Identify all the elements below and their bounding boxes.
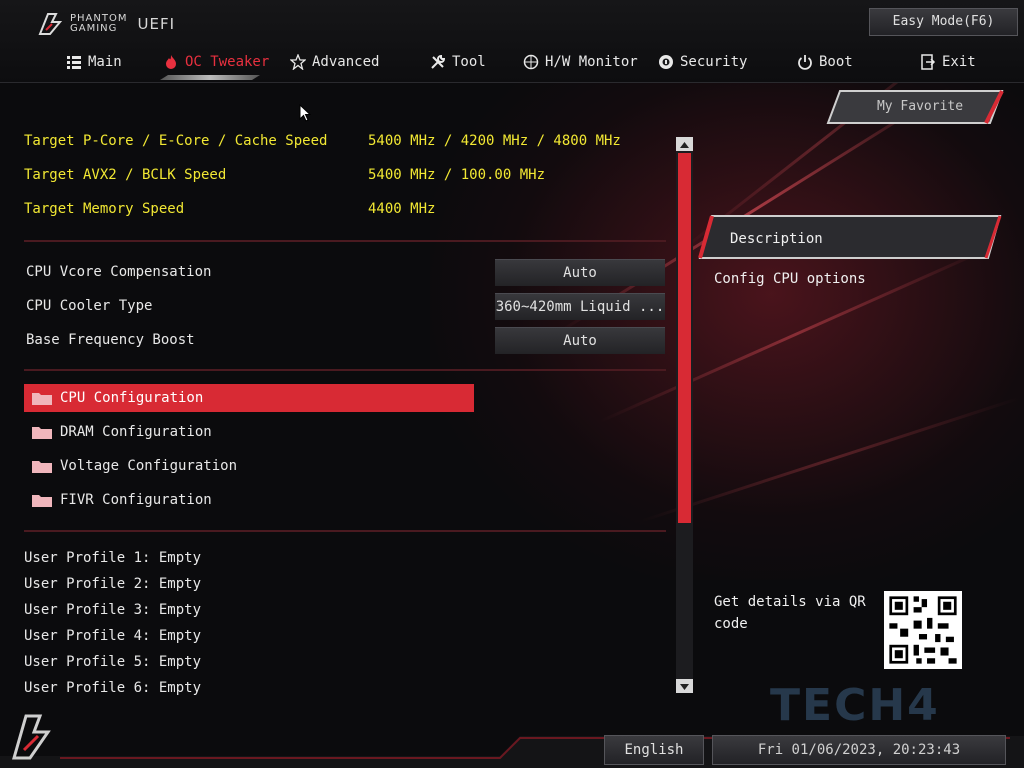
language-button[interactable]: English: [604, 735, 704, 765]
divider: [24, 369, 666, 371]
qr-caption: Get details via QR code: [714, 594, 866, 632]
description-text: Config CPU options: [714, 271, 866, 287]
folder-icon: [32, 427, 52, 439]
monitor-icon: [523, 54, 539, 70]
tab-main-label: Main: [88, 54, 122, 70]
submenu-dram-configuration[interactable]: DRAM Configuration: [24, 418, 474, 446]
submenu-voltage-configuration[interactable]: Voltage Configuration: [24, 452, 474, 480]
flame-icon: [166, 55, 176, 69]
target-label: Target AVX2 / BCLK Speed: [24, 167, 227, 183]
folder-icon: [32, 393, 52, 405]
submenu-label: FIVR Configuration: [60, 492, 212, 508]
main-nav: Main OC Tweaker Advanced Tool H/W Monito…: [0, 50, 1024, 76]
tab-boot[interactable]: Boot: [797, 50, 853, 74]
option-label: CPU Vcore Compensation: [26, 264, 212, 280]
user-profile-item[interactable]: User Profile 1: Empty: [24, 550, 201, 566]
brand-corner-logo-icon: [12, 714, 51, 760]
divider: [24, 240, 666, 242]
target-value: 5400 MHz / 100.00 MHz: [368, 167, 546, 183]
top-bar: PHANTOM GAMING UEFI Easy Mode(F6) Main O…: [0, 0, 1024, 83]
user-profile-item[interactable]: User Profile 6: Empty: [24, 680, 201, 696]
target-label: Target P-Core / E-Core / Cache Speed: [24, 133, 328, 149]
tab-advanced[interactable]: Advanced: [290, 50, 379, 74]
wrench-icon: [431, 54, 446, 69]
datetime-display: Fri 01/06/2023, 20:23:43: [712, 735, 1006, 765]
tab-exit[interactable]: Exit: [920, 50, 976, 74]
phantom-gaming-logo-icon: [38, 13, 63, 35]
option-label: Base Frequency Boost: [26, 332, 195, 348]
tab-hw-monitor[interactable]: H/W Monitor: [523, 50, 638, 74]
tab-exit-label: Exit: [942, 54, 976, 70]
user-profile-item[interactable]: User Profile 2: Empty: [24, 576, 201, 592]
user-profile-item[interactable]: User Profile 3: Empty: [24, 602, 201, 618]
cpu-cooler-type-select[interactable]: 360~420mm Liquid ...: [495, 293, 665, 320]
tab-advanced-label: Advanced: [312, 54, 380, 70]
easy-mode-button[interactable]: Easy Mode(F6): [869, 8, 1018, 36]
submenu-label: DRAM Configuration: [60, 424, 212, 440]
active-tab-indicator: [160, 75, 260, 80]
base-frequency-boost-select[interactable]: Auto: [495, 327, 665, 354]
submenu-fivr-configuration[interactable]: FIVR Configuration: [24, 486, 474, 514]
brand-uefi: UEFI: [137, 15, 175, 33]
option-label: CPU Cooler Type: [26, 298, 153, 314]
tab-oc-tweaker[interactable]: OC Tweaker: [163, 50, 269, 74]
target-label: Target Memory Speed: [24, 201, 185, 217]
target-value: 4400 MHz: [368, 201, 436, 217]
tab-main[interactable]: Main: [66, 50, 122, 74]
shield-icon: [659, 55, 673, 69]
exit-icon: [921, 54, 936, 70]
submenu-cpu-configuration[interactable]: CPU Configuration: [24, 384, 474, 412]
submenu-label: Voltage Configuration: [60, 458, 238, 474]
scroll-up-button[interactable]: [676, 137, 693, 151]
mouse-cursor-icon: [299, 104, 311, 122]
scrollbar-thumb[interactable]: [678, 153, 691, 523]
scrollbar[interactable]: [676, 137, 693, 693]
target-value: 5400 MHz / 4200 MHz / 4800 MHz: [368, 133, 621, 149]
tab-hw-monitor-label: H/W Monitor: [545, 54, 638, 70]
cpu-vcore-compensation-select[interactable]: Auto: [495, 259, 665, 286]
folder-icon: [32, 495, 52, 507]
arrow-down-icon: [680, 684, 689, 690]
watermark-text: TECH4: [770, 680, 940, 731]
user-profile-item[interactable]: User Profile 4: Empty: [24, 628, 201, 644]
arrow-up-icon: [680, 142, 689, 148]
tab-tool-label: Tool: [452, 54, 486, 70]
user-profile-item[interactable]: User Profile 5: Empty: [24, 654, 201, 670]
my-favorite-button[interactable]: My Favorite: [860, 99, 980, 114]
tab-tool[interactable]: Tool: [430, 50, 486, 74]
divider: [24, 530, 666, 532]
power-icon: [798, 55, 812, 70]
brand-logo: PHANTOM GAMING UEFI: [38, 12, 175, 36]
list-icon: [67, 56, 81, 69]
folder-icon: [32, 461, 52, 473]
tab-security-label: Security: [680, 54, 748, 70]
tab-oc-tweaker-label: OC Tweaker: [185, 54, 270, 70]
brand-line2: GAMING: [70, 23, 118, 34]
qr-code-icon: [884, 591, 962, 669]
tab-security[interactable]: Security: [658, 50, 747, 74]
description-title: Description: [730, 231, 823, 247]
star-icon: [290, 54, 306, 70]
tab-boot-label: Boot: [819, 54, 853, 70]
scroll-down-button[interactable]: [676, 679, 693, 693]
submenu-label: CPU Configuration: [60, 390, 204, 406]
